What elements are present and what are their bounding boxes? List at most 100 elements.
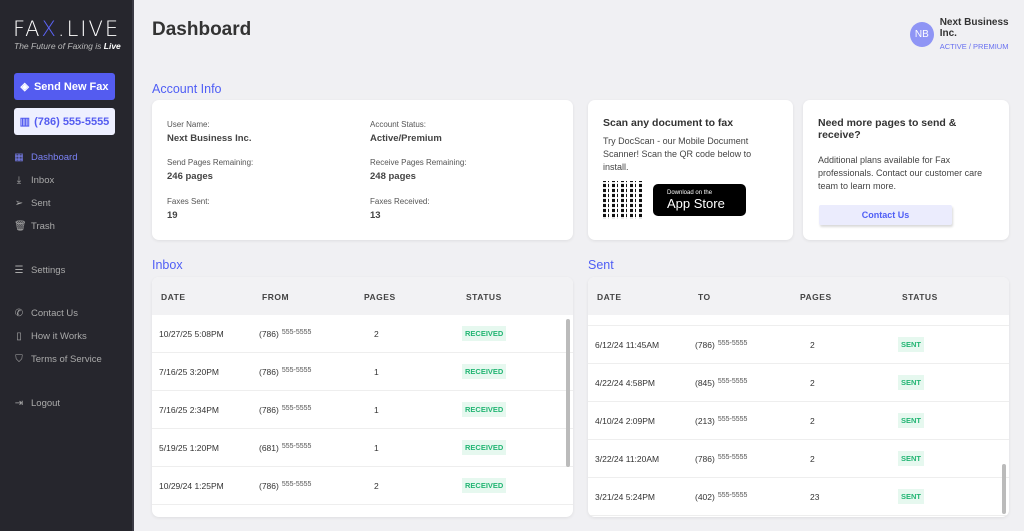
row-pages: 2 <box>374 329 379 339</box>
area-code: (681) <box>259 443 279 453</box>
field-value: Active/Premium <box>370 133 442 144</box>
field-value: 248 pages <box>370 171 416 182</box>
table-row[interactable]: 10/29/24 1:25PM (786) 555-5555 2 RECEIVED <box>152 467 573 505</box>
column-header[interactable]: DATE <box>597 292 622 302</box>
table-row[interactable]: 7/16/25 2:34PM (786) 555-5555 1 RECEIVED <box>152 391 573 429</box>
column-header[interactable]: DATE <box>161 292 186 302</box>
sidebar-item-terms[interactable]: ⛉ Terms of Service <box>14 354 102 365</box>
row-date: 4/10/24 2:09PM <box>595 416 656 426</box>
sent-scrollbar[interactable] <box>1002 464 1006 514</box>
area-code: (786) <box>259 405 279 415</box>
nav-label: Settings <box>31 265 66 276</box>
sidebar-item-logout[interactable]: ⇥ Logout <box>14 398 60 409</box>
user-menu[interactable]: NB Next Business Inc. ACTIVE / PREMIUM <box>910 17 1024 51</box>
sidebar-item-how-it-works[interactable]: ▯ How it Works <box>14 331 87 342</box>
table-row[interactable]: 6/12/24 11:45AM (786) 555-5555 2 SENT <box>588 326 1009 364</box>
status-badge: RECEIVED <box>462 402 507 417</box>
sidebar-item-trash[interactable]: 🗑 Trash <box>14 221 55 232</box>
field-faxes-sent: Faxes Sent: 19 <box>167 197 210 221</box>
field-account-status: Account Status: Active/Premium <box>370 120 442 144</box>
row-pages: 2 <box>810 454 815 464</box>
field-label: Receive Pages Remaining: <box>370 158 467 167</box>
column-header[interactable]: STATUS <box>902 292 938 302</box>
tagline: The Future of Faxing is Live <box>14 41 121 51</box>
row-pages: 2 <box>810 378 815 388</box>
inbox-scrollbar[interactable] <box>566 319 570 467</box>
docscan-text: Try DocScan - our Mobile Document Scanne… <box>603 136 752 172</box>
more-pages-text: Additional plans available for Fax profe… <box>818 155 983 191</box>
trash-icon: 🗑 <box>14 221 27 232</box>
field-label: Faxes Sent: <box>167 197 210 206</box>
phone-number: 555-5555 <box>281 405 312 412</box>
table-row[interactable]: 10/27/25 5:08PM (786) 555-5555 2 RECEIVED <box>152 315 573 353</box>
app-store-button[interactable]: Download on the App Store <box>653 184 746 216</box>
field-faxes-received: Faxes Received: 13 <box>370 197 430 221</box>
sent-table: DATE TO PAGES STATUS 6/12/24 11:45AM (78… <box>588 277 1009 517</box>
table-row[interactable]: 4/22/24 4:58PM (845) 555-5555 2 SENT <box>588 364 1009 402</box>
page-title: Dashboard <box>152 19 252 40</box>
nav-label: Contact Us <box>31 308 78 319</box>
table-header: DATE TO PAGES STATUS <box>588 277 1009 315</box>
row-number: (786) 555-5555 <box>695 454 747 464</box>
column-header[interactable]: PAGES <box>800 292 832 302</box>
table-row[interactable]: 3/22/24 11:20AM (786) 555-5555 2 SENT <box>588 440 1009 478</box>
area-code: (786) <box>259 481 279 491</box>
field-value: 19 <box>167 210 178 221</box>
phone-number: 555-5555 <box>281 481 312 488</box>
sliders-icon: ☰ <box>14 265 24 276</box>
qr-code <box>603 181 643 219</box>
field-send-pages: Send Pages Remaining: 246 pages <box>167 158 253 182</box>
sidebar-item-settings[interactable]: ☰ Settings <box>14 265 66 276</box>
row-date: 7/16/25 2:34PM <box>159 405 220 415</box>
logo-text: FA <box>13 17 42 41</box>
status-badge: SENT <box>898 451 925 466</box>
sidebar-item-dashboard[interactable]: ▦ Dashboard <box>14 152 77 163</box>
phone-number: 555-5555 <box>717 492 748 499</box>
phone-icon: ✆ <box>14 308 24 319</box>
column-header[interactable]: PAGES <box>364 292 396 302</box>
send-icon: ➢ <box>14 198 24 209</box>
table-row[interactable]: 4/10/24 2:09PM (213) 555-5555 2 SENT <box>588 402 1009 440</box>
column-header[interactable]: FROM <box>262 292 289 302</box>
book-icon: ▯ <box>16 331 22 342</box>
table-row[interactable]: 7/16/25 3:20PM (786) 555-5555 1 RECEIVED <box>152 353 573 391</box>
table-row[interactable]: 5/19/25 1:20PM (681) 555-5555 1 RECEIVED <box>152 429 573 467</box>
row-pages: 2 <box>810 416 815 426</box>
more-pages-card: Need more pages to send & receive? Addit… <box>803 100 1009 240</box>
sidebar-item-inbox[interactable]: ⤓ Inbox <box>14 175 54 186</box>
table-row[interactable]: 3/21/24 5:24PM (402) 555-5555 23 SENT <box>588 478 1009 516</box>
field-label: Faxes Received: <box>370 197 430 206</box>
phone-number: 555-5555 <box>717 340 748 347</box>
field-label: User Name: <box>167 120 210 129</box>
grid-icon: ▦ <box>14 152 24 163</box>
status-badge: RECEIVED <box>462 478 507 493</box>
phone-number: 555-5555 <box>717 454 748 461</box>
column-header[interactable]: STATUS <box>466 292 502 302</box>
area-code: (213) <box>695 416 715 426</box>
column-header[interactable]: TO <box>698 292 711 302</box>
row-date: 5/19/25 1:20PM <box>159 443 220 453</box>
logo-x: X <box>41 17 58 41</box>
logo[interactable]: FAX.LIVE <box>13 17 120 41</box>
docscan-title: Scan any document to fax <box>603 117 734 129</box>
phone-number: 555-5555 <box>717 378 748 385</box>
inbox-icon: ⤓ <box>16 175 22 186</box>
row-number: (845) 555-5555 <box>695 378 747 388</box>
row-pages: 2 <box>810 340 815 350</box>
contact-us-button[interactable]: Contact Us <box>819 205 952 225</box>
send-new-fax-button[interactable]: ◈ Send New Fax <box>14 73 115 100</box>
field-receive-pages: Receive Pages Remaining: 248 pages <box>370 158 467 182</box>
row-date: 10/29/24 1:25PM <box>159 481 224 491</box>
sidebar-item-contact-us[interactable]: ✆ Contact Us <box>14 308 78 319</box>
nav-label: Trash <box>31 221 55 232</box>
phone-number: 555-5555 <box>281 443 312 450</box>
row-number: (786) 555-5555 <box>259 481 311 491</box>
avatar: NB <box>910 21 934 47</box>
fax-number-button[interactable]: ▥ (786) 555-5555 <box>14 108 115 135</box>
sidebar-item-sent[interactable]: ➢ Sent <box>14 198 51 209</box>
phone-number: 555-5555 <box>281 367 312 374</box>
status-badge: RECEIVED <box>462 326 507 341</box>
fax-number-label: (786) 555-5555 <box>34 115 110 128</box>
status-badge: SENT <box>898 337 925 352</box>
table-header: DATE FROM PAGES STATUS <box>152 277 573 315</box>
